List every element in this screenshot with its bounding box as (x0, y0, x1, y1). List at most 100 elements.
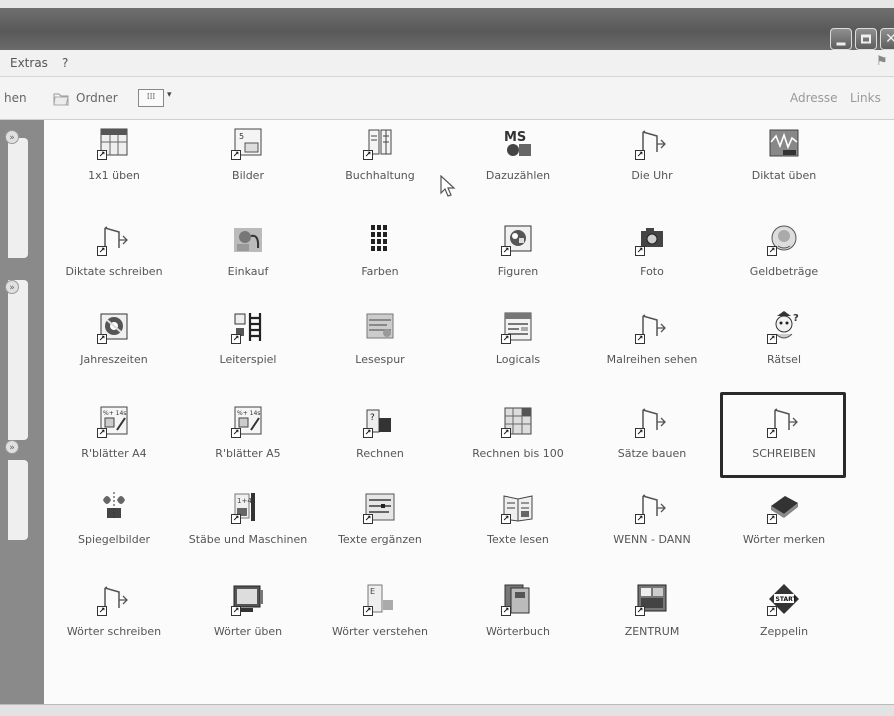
desktop-shortcut[interactable]: ↗ Wörterbuch (448, 576, 588, 658)
desktop-shortcut[interactable]: ↗ Foto (582, 216, 722, 298)
desktop-shortcut[interactable]: ↗ Geldbeträge (714, 216, 854, 298)
reading-trail-icon (363, 310, 397, 344)
folders-button[interactable]: Ordner (76, 91, 118, 105)
task-pane: » » » (0, 120, 44, 704)
shortcut-label: Zeppelin (759, 625, 809, 638)
address-label[interactable]: Adresse (790, 91, 838, 105)
desktop-shortcut[interactable]: E ↗ Wörter verstehen (310, 576, 450, 658)
shortcut-label: Wörter üben (213, 625, 283, 638)
desktop-shortcut[interactable]: ↗ Figuren (448, 216, 588, 298)
maximize-icon (861, 34, 871, 44)
collapse-icon[interactable]: » (5, 130, 19, 144)
collapse-icon[interactable]: » (5, 280, 19, 294)
svg-text:?: ? (793, 313, 799, 324)
figures-icon: ↗ (501, 222, 535, 256)
desktop-shortcut[interactable]: ↗ Sätze bauen (582, 398, 722, 480)
desktop-shortcut[interactable]: Lesespur (310, 304, 450, 386)
shortcut-arrow-icon: ↗ (767, 514, 777, 524)
desktop-shortcut[interactable]: ↗ Die Uhr (582, 120, 722, 202)
blank-document-icon: ↗ (635, 490, 669, 524)
views-dropdown-icon[interactable]: ▾ (167, 90, 172, 100)
menu-extras[interactable]: Extras (10, 56, 48, 70)
start-sign-icon: START ↗ (767, 582, 801, 616)
desktop-shortcut[interactable]: ↗ WENN - DANN (582, 484, 722, 566)
desktop-shortcut[interactable]: MS Dazuzählen (448, 120, 588, 202)
search-button-partial[interactable]: hen (4, 91, 27, 105)
desktop-shortcut[interactable]: Einkauf (178, 216, 318, 298)
desktop-shortcut[interactable]: %+ 14s ↗ R'blätter A5 (178, 398, 318, 480)
close-button[interactable]: ✕ (880, 28, 894, 50)
desktop-shortcut[interactable]: ↗ Buchhaltung (310, 120, 450, 202)
shortcut-arrow-icon: ↗ (97, 334, 107, 344)
shortcut-arrow-icon: ↗ (635, 606, 645, 616)
shortcut-label: Texte lesen (487, 533, 549, 546)
shortcut-arrow-icon: ↗ (635, 334, 645, 344)
desktop-shortcut[interactable]: ↗ ZENTRUM (582, 576, 722, 658)
shortcut-arrow-icon: ↗ (363, 150, 373, 160)
desktop-shortcut[interactable]: Diktat üben (714, 120, 854, 202)
shortcut-arrow-icon: ↗ (635, 428, 645, 438)
picture-cards-icon: 5 ↗ (231, 126, 265, 160)
desktop-shortcut[interactable]: ↗ Logicals (448, 304, 588, 386)
blank-document-icon: ↗ (97, 582, 131, 616)
shortcut-label: WENN - DANN (613, 533, 691, 546)
desktop-shortcut[interactable]: ↗ Rechnen bis 100 (448, 398, 588, 480)
camera-icon: ↗ (635, 222, 669, 256)
svg-text:1+4: 1+4 (237, 497, 252, 505)
shortcut-arrow-icon: ↗ (97, 246, 107, 256)
shortcut-label: Einkauf (227, 265, 269, 278)
desktop-shortcut[interactable]: ↗ 1x1 üben (44, 120, 184, 202)
puzzle-figure-icon: ? ↗ (767, 310, 801, 344)
desktop-shortcut[interactable]: Farben (310, 216, 450, 298)
ms-logo-icon: MS (501, 126, 535, 160)
desktop-shortcut[interactable]: ? ↗ Rechnen (310, 398, 450, 480)
shortcut-arrow-icon: ↗ (501, 514, 511, 524)
shortcut-label: R'blätter A5 (215, 447, 281, 460)
word-list-icon: E ↗ (363, 582, 397, 616)
svg-text:5: 5 (239, 132, 244, 141)
shortcut-label: Leiterspiel (219, 353, 277, 366)
desktop-shortcut[interactable]: ↗ Leiterspiel (178, 304, 318, 386)
desktop-shortcut[interactable]: 5 ↗ Bilder (178, 120, 318, 202)
desktop-shortcut[interactable]: ↗ Wörter schreiben (44, 576, 184, 658)
maximize-button[interactable] (855, 28, 877, 50)
desktop-shortcut[interactable]: %+ 14s ↗ R'blätter A4 (44, 398, 184, 480)
shortcut-label: Diktate schreiben (65, 265, 163, 278)
center-board-icon: ↗ (635, 582, 669, 616)
shortcut-arrow-icon: ↗ (231, 606, 241, 616)
links-label[interactable]: Links (850, 91, 881, 105)
color-grid-icon (363, 222, 397, 256)
blank-document-icon: ↗ (635, 126, 669, 160)
dictionary-icon: ↗ (501, 582, 535, 616)
open-book-icon: ↗ (501, 490, 535, 524)
minimize-button[interactable] (830, 28, 852, 50)
shortcut-label: ZENTRUM (624, 625, 680, 638)
desktop-shortcut[interactable]: ? ↗ Rätsel (714, 304, 854, 386)
shortcut-label: Wörter verstehen (332, 625, 428, 638)
rods-icon: 1+4 ↗ (231, 490, 265, 524)
desktop-shortcut[interactable]: Spiegelbilder (44, 484, 184, 566)
folders-icon[interactable] (52, 89, 70, 107)
svg-text:START: START (776, 596, 798, 603)
shortcut-arrow-icon: ↗ (501, 606, 511, 616)
shortcut-label: Lesespur (355, 353, 405, 366)
text-fill-icon: ↗ (363, 490, 397, 524)
status-bar (0, 704, 894, 716)
shortcut-label: Dazuzählen (485, 169, 551, 182)
desktop-shortcut[interactable]: START ↗ Zeppelin (714, 576, 854, 658)
shortcut-label: Sätze bauen (617, 447, 687, 460)
file-view: ↗ 1x1 üben 5 ↗ Bilder ↗ Buchhaltung MS Dazuzähle… (44, 120, 894, 704)
desktop-shortcut[interactable]: ↗ Wörter merken (714, 484, 854, 566)
desktop-shortcut[interactable]: ↗ Jahreszeiten (44, 304, 184, 386)
views-button[interactable]: ⁞⁞⁞ (138, 89, 164, 107)
desktop-shortcut[interactable]: ↗ Diktate schreiben (44, 216, 184, 298)
desktop-shortcut[interactable]: ↗ Malreihen sehen (582, 304, 722, 386)
shortcut-arrow-icon: ↗ (363, 428, 373, 438)
title-bar[interactable]: ✕ (0, 8, 894, 50)
desktop-shortcut[interactable]: 1+4 ↗ Stäbe und Maschinen (178, 484, 318, 566)
desktop-shortcut[interactable]: ↗ Texte lesen (448, 484, 588, 566)
collapse-icon[interactable]: » (5, 440, 19, 454)
desktop-shortcut[interactable]: ↗ Wörter üben (178, 576, 318, 658)
menu-help[interactable]: ? (62, 56, 68, 70)
desktop-shortcut[interactable]: ↗ Texte ergänzen (310, 484, 450, 566)
